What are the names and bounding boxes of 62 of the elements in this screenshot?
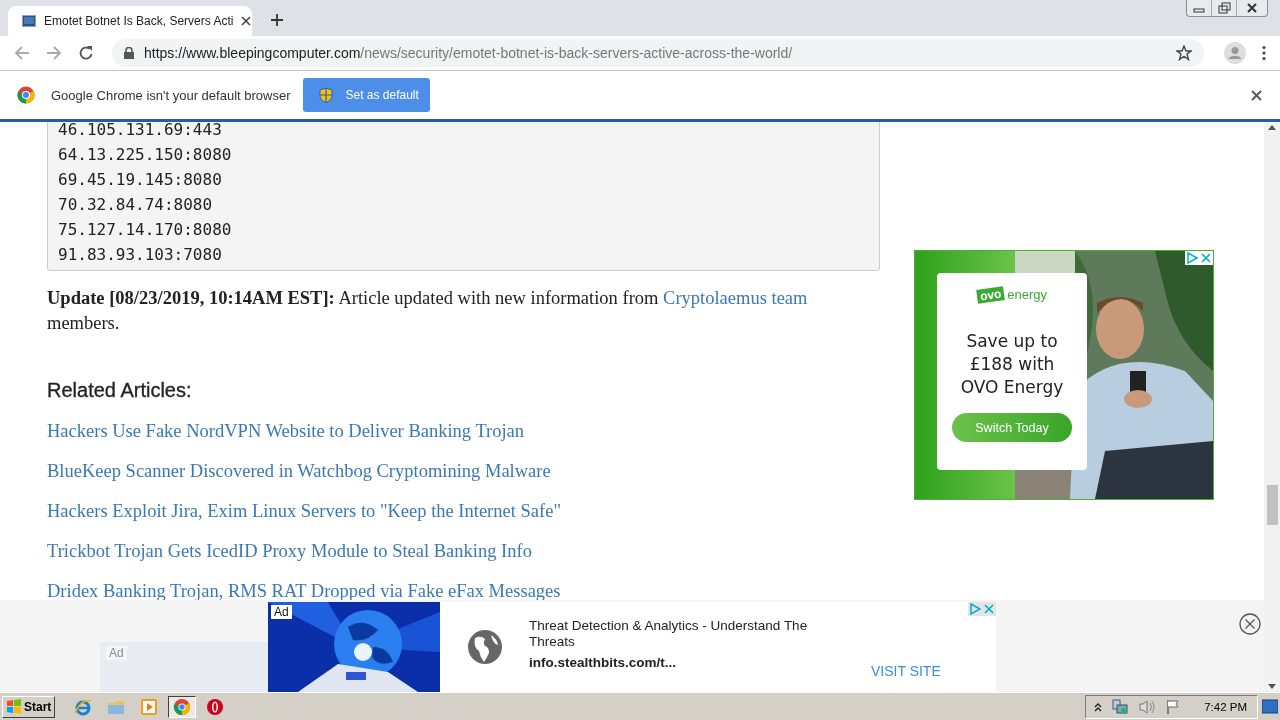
logo-word: energy [1007,287,1048,302]
start-button[interactable]: Start [2,695,56,718]
browser-tab[interactable]: Emotet Botnet Is Back, Servers Acti [8,6,252,36]
browser-icon [74,697,93,716]
close-icon[interactable] [1251,89,1262,101]
related-article-link[interactable]: Trickbot Trojan Gets IcedID Proxy Module to Steal Banking Info [47,539,532,563]
clock: 7:42 PM [1204,700,1247,713]
code-line: 64.13.225.150:8080 [58,144,233,166]
related-article-link[interactable]: Dridex Banking Trojan, RMS RAT Dropped via Fake eFax Messages [47,579,561,603]
scrollbar-thumb[interactable] [1266,485,1278,525]
chevron-up-icon[interactable] [1094,701,1103,712]
scroll-up-icon[interactable] [1268,125,1276,130]
article-link[interactable]: Cryptolaemus team [663,288,808,308]
logo-mark: ovo [976,285,1006,304]
windows-logo-icon [6,698,22,715]
address-bar[interactable]: https://www.bleepingcomputer.com/news/security/emotet-botnet-is-back-servers-active-across-the-world/ [112,39,1204,67]
chrome-icon [173,697,192,716]
related-article-link[interactable]: Hackers Use Fake NordVPN Website to Deliver Banking Trojan [47,419,525,443]
code-line: 69.45.19.145:8080 [58,169,223,191]
taskbar-button[interactable] [168,695,197,718]
star-icon[interactable] [1176,45,1192,61]
flag-icon[interactable] [1165,698,1182,715]
adchoices-icon[interactable] [968,602,982,616]
new-tab-icon[interactable] [270,13,284,27]
section-heading: Related Articles: [47,379,192,402]
volume-icon[interactable] [1138,698,1157,715]
close-icon[interactable] [1239,613,1261,635]
chrome-icon [17,86,35,104]
ad-label: Ad [106,646,127,660]
forward-icon[interactable] [46,45,62,61]
set-default-button[interactable]: Set as default [303,78,431,112]
network-icon[interactable] [1111,698,1130,715]
profile-icon[interactable] [1224,42,1246,64]
lock-icon [124,47,134,59]
ad-label: Ad [271,605,292,619]
menu-icon[interactable] [1262,45,1266,61]
page-icon [22,14,36,28]
reload-icon[interactable] [78,45,94,61]
ad-headline: Save up to £188 with OVO Energy [959,330,1065,399]
code-line: 70.32.84.74:8080 [58,194,214,216]
scrollbar[interactable] [1264,122,1280,692]
shield-icon [319,87,334,103]
adchoices-icon[interactable] [1185,251,1199,265]
ad-title: Threat Detection & Analytics - Understand The Threats [529,618,809,650]
related-article-link[interactable]: BlueKeep Scanner Discovered in Watchbog Cryptomining Malware [47,459,551,483]
show-desktop-icon[interactable] [1262,698,1278,715]
opera-icon [206,697,225,716]
code-line: 75.127.14.170:8080 [58,219,233,241]
code-line: 91.83.93.103:7080 [58,244,223,266]
back-icon[interactable] [14,45,30,61]
media-player-icon [140,697,159,716]
related-article-link[interactable]: Hackers Exploit Jira, Exim Linux Servers to "Keep the Internet Safe" [47,499,561,523]
scroll-down-icon[interactable] [1268,684,1276,689]
url-text: https://www.bleepingcomputer.com/news/security/emotet-botnet-is-back-servers-active-across-the-world/ [144,45,793,61]
code-line: 46.105.131.69:443 [58,122,223,141]
close-icon[interactable] [241,16,252,26]
update-paragraph: Update [08/23/2019, 10:14AM EST]: Article updated with new information from Cryptolaemus team members. [47,287,809,335]
visit-site-link[interactable]: VISIT SITE [871,663,941,680]
ad-domain: info.stealthbits.com/t... [529,655,677,670]
infobar-message: Google Chrome isn't your default browser [51,87,291,103]
globe-icon [467,629,503,665]
switch-today-button[interactable]: Switch Today [952,413,1072,442]
